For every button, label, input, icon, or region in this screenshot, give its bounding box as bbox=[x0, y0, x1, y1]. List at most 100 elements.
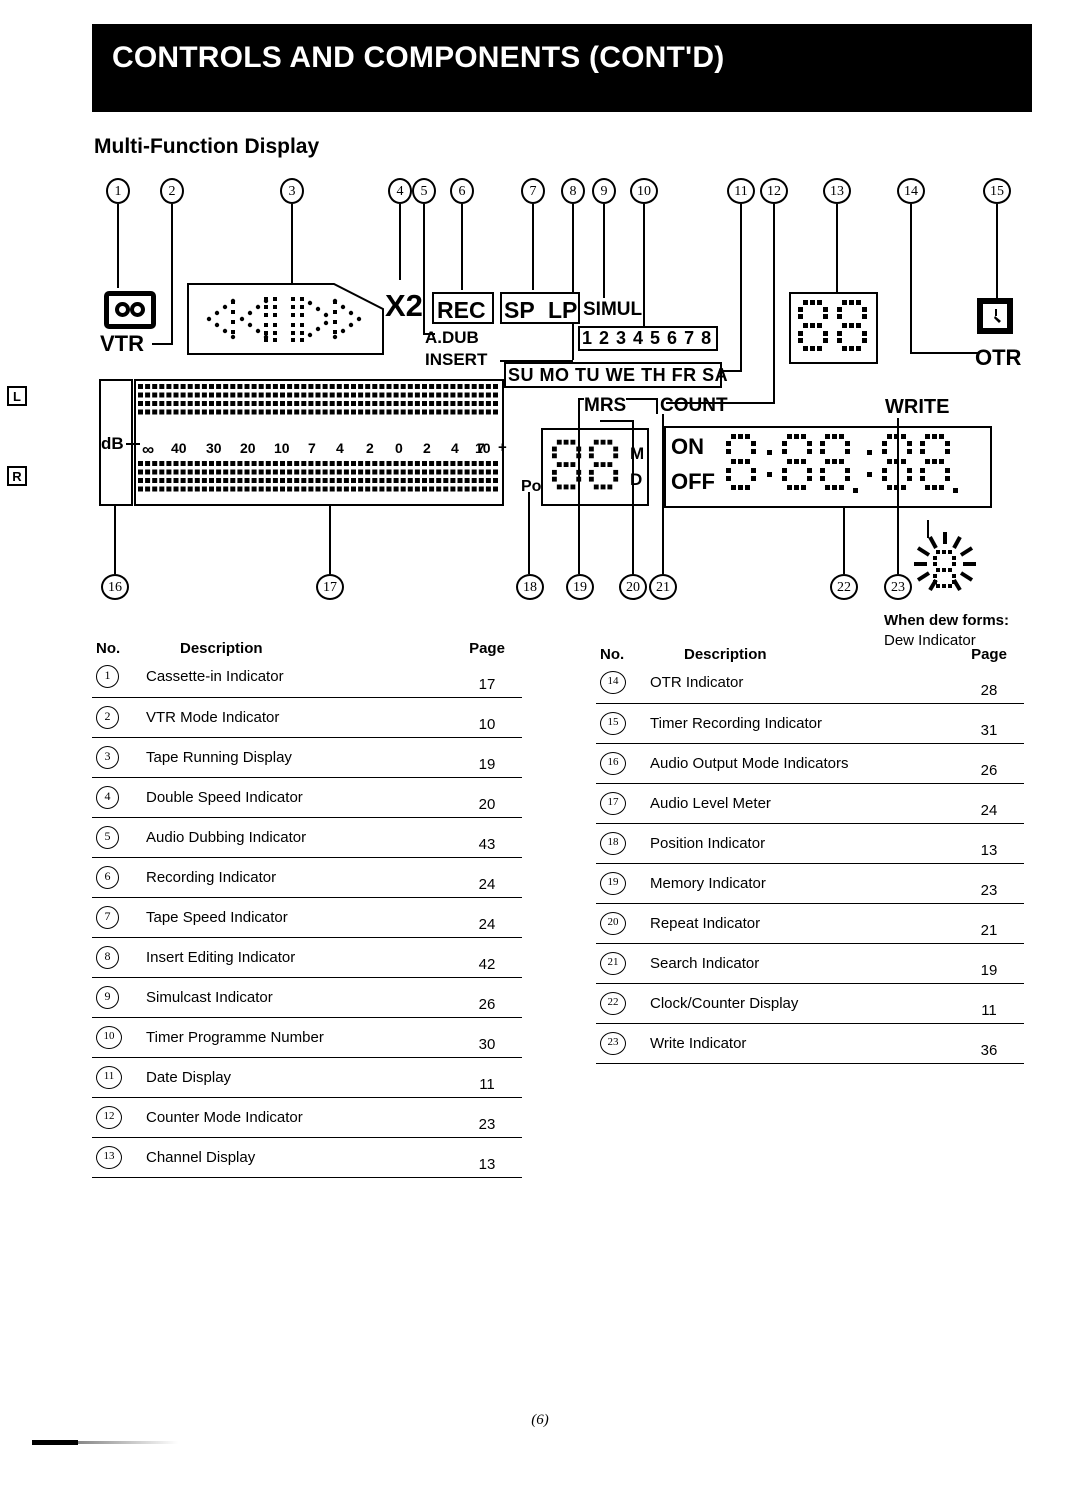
simul-label: SIMUL bbox=[583, 299, 643, 320]
table-row: 17 Audio Level Meter 24 bbox=[596, 783, 1024, 824]
callout-7: 7 bbox=[521, 178, 545, 204]
otr-label: OTR bbox=[975, 345, 1022, 370]
circled-number: 23 bbox=[600, 1031, 626, 1055]
clock-face-icon bbox=[986, 307, 1004, 325]
subsection-title: Multi-Function Display bbox=[94, 135, 320, 158]
row-page: 21 bbox=[954, 903, 1024, 944]
audio-dub-label: A.DUB bbox=[425, 328, 479, 347]
row-description: Simulcast Indicator bbox=[140, 977, 452, 1018]
leader-11 bbox=[740, 204, 742, 370]
mrs-label: MRS bbox=[584, 395, 627, 416]
db-tick-30: 30 bbox=[206, 440, 222, 456]
row-number-left-10: 10 bbox=[92, 1017, 140, 1058]
mrs-bracket-left bbox=[578, 398, 580, 414]
row-number-left-7: 7 bbox=[92, 897, 140, 938]
double-speed-label: X2 bbox=[385, 288, 423, 323]
db-tick-2: 2 bbox=[366, 440, 374, 456]
table-row: 22 Clock/Counter Display 11 bbox=[596, 983, 1024, 1024]
table-right-header-row: No. Description Page bbox=[596, 646, 1024, 663]
row-number-right-16: 16 bbox=[596, 743, 644, 784]
circled-number: 14 bbox=[600, 671, 626, 695]
db-scale: ∞ 40 30 20 10 7 4 2 0 2 4 7 bbox=[138, 440, 500, 460]
table-row: 16 Audio Output Mode Indicators 26 bbox=[596, 743, 1024, 784]
row-page: 13 bbox=[954, 823, 1024, 864]
table-row: 4 Double Speed Indicator 20 bbox=[92, 777, 522, 818]
leader-5 bbox=[423, 204, 425, 333]
leader-20-h bbox=[600, 420, 634, 422]
leader-19 bbox=[578, 414, 580, 574]
row-number-left-4: 4 bbox=[92, 777, 140, 818]
leader-10 bbox=[643, 204, 645, 327]
leader-3 bbox=[291, 204, 293, 284]
row-description: Search Indicator bbox=[644, 943, 954, 984]
callout-16: 16 bbox=[101, 574, 129, 600]
table-row: 14 OTR Indicator 28 bbox=[596, 663, 1024, 704]
row-description: VTR Mode Indicator bbox=[140, 697, 452, 738]
row-page: 13 bbox=[452, 1137, 522, 1178]
table-left-body: 1 Cassette-in Indicator 17 2 VTR Mode Indica… bbox=[92, 657, 522, 1178]
cassette-reel-right bbox=[130, 302, 145, 317]
db-tick-plus: + bbox=[498, 439, 507, 456]
leader-15 bbox=[996, 204, 998, 298]
row-description: Recording Indicator bbox=[140, 857, 452, 898]
circled-number: 1 bbox=[96, 665, 119, 689]
row-number-right-19: 19 bbox=[596, 863, 644, 904]
row-page: 11 bbox=[954, 983, 1024, 1024]
circled-number: 9 bbox=[96, 985, 119, 1009]
row-page: 20 bbox=[452, 777, 522, 818]
callout-17: 17 bbox=[316, 574, 344, 600]
position-label: Po bbox=[521, 478, 542, 495]
page-title: CONTROLS AND COMPONENTS (CONT'D) bbox=[112, 41, 725, 74]
row-number-left-5: 5 bbox=[92, 817, 140, 858]
leader-18 bbox=[528, 492, 530, 574]
header-description-left: Description bbox=[180, 640, 263, 657]
leader-2 bbox=[171, 204, 173, 343]
level-meter-top-dots bbox=[138, 384, 498, 415]
lp-label: LP bbox=[548, 297, 578, 323]
callout-5: 5 bbox=[412, 178, 436, 204]
callout-21: 21 bbox=[649, 574, 677, 600]
row-page: 28 bbox=[954, 663, 1024, 704]
write-label: WRITE bbox=[885, 396, 950, 418]
circled-number: 12 bbox=[96, 1105, 122, 1129]
header-page-left: Page bbox=[469, 640, 505, 657]
scan-artifact bbox=[32, 1440, 78, 1445]
row-page: 10 bbox=[452, 697, 522, 738]
row-page: 17 bbox=[452, 657, 522, 698]
row-description: Audio Output Mode Indicators bbox=[644, 743, 954, 784]
mrs-bracket-top bbox=[578, 398, 584, 400]
leader-2-h bbox=[152, 343, 173, 345]
row-description: Tape Speed Indicator bbox=[140, 897, 452, 938]
row-description: Position Indicator bbox=[644, 823, 954, 864]
description-table-right: No. Description Page 14 OTR Indicator 28 15… bbox=[596, 646, 1024, 1064]
table-row: 10 Timer Programme Number 30 bbox=[92, 1017, 522, 1058]
leader-13 bbox=[836, 204, 838, 292]
db-tick-7: 7 bbox=[308, 440, 316, 456]
callout-3: 3 bbox=[280, 178, 304, 204]
row-number-right-18: 18 bbox=[596, 823, 644, 864]
circled-number: 7 bbox=[96, 905, 119, 929]
table-row: 1 Cassette-in Indicator 17 bbox=[92, 657, 522, 698]
table-row: 5 Audio Dubbing Indicator 43 bbox=[92, 817, 522, 858]
table-right-body: 14 OTR Indicator 28 15 Timer Recording Indic… bbox=[596, 663, 1024, 1064]
weekday-tu: TU bbox=[575, 365, 601, 385]
row-number-left-9: 9 bbox=[92, 977, 140, 1018]
leader-7 bbox=[532, 204, 534, 290]
circled-number: 22 bbox=[600, 991, 626, 1015]
right-channel-indicator: R bbox=[7, 466, 27, 486]
on-label: ON bbox=[671, 434, 704, 459]
row-number-right-20: 20 bbox=[596, 903, 644, 944]
cassette-reel-left bbox=[115, 302, 130, 317]
row-number-right-14: 14 bbox=[596, 663, 644, 704]
weekday-mo: MO bbox=[539, 365, 570, 385]
leader-12 bbox=[773, 204, 775, 402]
row-description: Audio Dubbing Indicator bbox=[140, 817, 452, 858]
insert-label: INSERT bbox=[425, 350, 488, 369]
table-row: 6 Recording Indicator 24 bbox=[92, 857, 522, 898]
table-row: 9 Simulcast Indicator 26 bbox=[92, 977, 522, 1018]
tape-running-display bbox=[187, 283, 384, 355]
circled-number: 4 bbox=[96, 785, 119, 809]
leader-4 bbox=[399, 204, 401, 280]
leader-9 bbox=[603, 204, 605, 298]
page-number: (6) bbox=[531, 1412, 549, 1428]
